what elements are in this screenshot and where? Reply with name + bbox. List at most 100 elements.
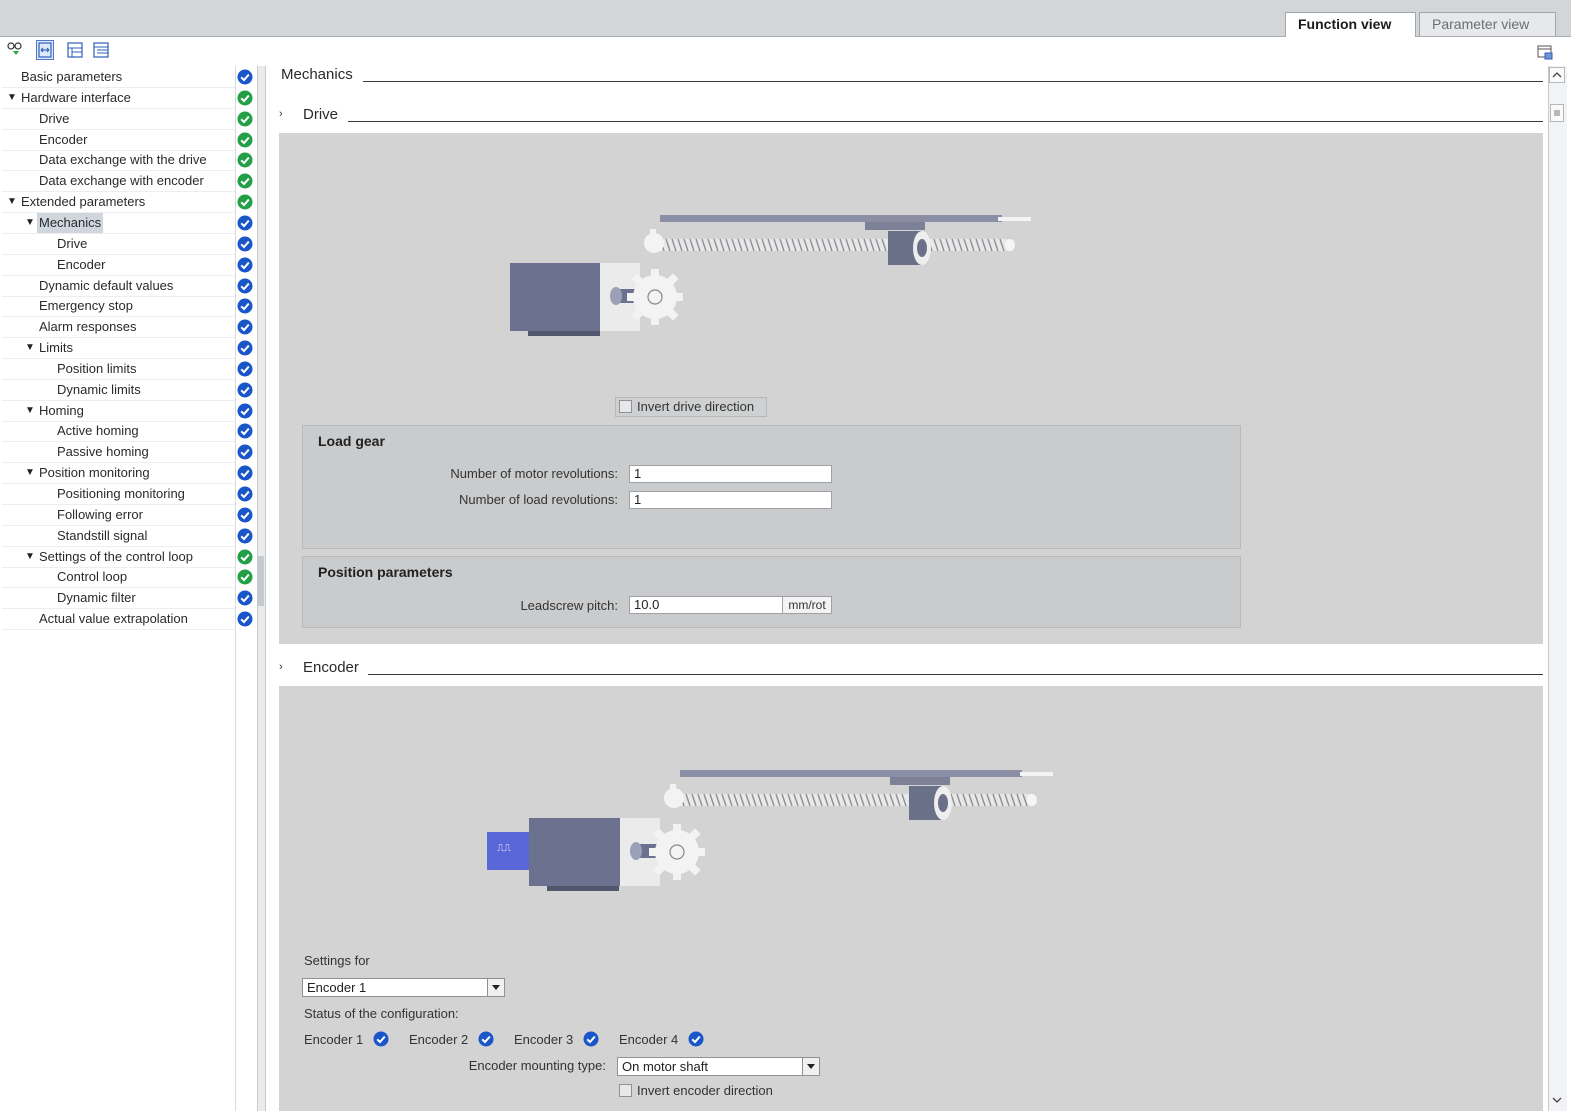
scroll-up-button[interactable] — [1549, 67, 1565, 83]
status-check-icon — [237, 69, 253, 85]
settings-for-value: Encoder 1 — [307, 980, 367, 995]
tree-item-label: Data exchange with the drive — [39, 152, 207, 168]
invert-encoder-checkbox[interactable] — [619, 1084, 632, 1097]
status-check-icon — [237, 423, 253, 439]
drive-divider — [348, 121, 1543, 122]
mechanics-title: Mechanics — [281, 66, 353, 83]
caret-down-icon[interactable]: ▼ — [25, 463, 35, 483]
tree-item[interactable]: Emergency stop — [2, 296, 235, 318]
tree-item-label: Encoder — [39, 131, 88, 147]
caret-down-icon[interactable]: ▼ — [7, 88, 17, 108]
leadscrew-pitch-value: 10.0 — [634, 597, 660, 612]
tree-item[interactable]: Data exchange with the drive — [2, 150, 235, 172]
tree-item[interactable]: ▼ Hardware interface — [2, 88, 235, 109]
drive-expander-icon[interactable]: › — [279, 108, 283, 120]
tree-item[interactable]: Following error — [2, 505, 235, 526]
scroll-down-button[interactable] — [1549, 1092, 1565, 1108]
position-parameters-group: Position parameters — [302, 556, 1241, 628]
tree-item[interactable]: Data exchange with encoder — [2, 171, 235, 193]
tree-item[interactable]: ▼ Mechanics — [2, 212, 235, 234]
caret-down-icon[interactable]: ▼ — [25, 547, 35, 567]
encoder-pulse-icon: ⎍⎍ — [497, 843, 511, 854]
tree-item[interactable]: Basic parameters — [2, 67, 235, 88]
invert-drive-checkbox[interactable] — [619, 400, 632, 413]
encoder-mounting-label: Encoder mounting type: — [468, 1058, 606, 1073]
load-revolutions-input[interactable]: 1 — [629, 491, 832, 509]
status-check-icon — [373, 1031, 389, 1047]
caret-down-icon[interactable]: ▼ — [7, 192, 17, 212]
mechanics-divider — [363, 81, 1543, 82]
tree-item[interactable]: Drive — [2, 109, 235, 130]
tree-item-label: Alarm responses — [39, 319, 137, 335]
panel-layout-icon[interactable] — [1537, 44, 1553, 60]
status-check-icon — [237, 257, 253, 273]
chevron-down-icon[interactable] — [802, 1058, 819, 1075]
tree-item-label: Dynamic filter — [57, 590, 136, 606]
vertical-scrollbar[interactable] — [1548, 66, 1567, 1111]
status-check-icon — [688, 1031, 704, 1047]
tree-item-label: Data exchange with encoder — [39, 173, 204, 189]
tree-item[interactable]: Dynamic default values — [2, 276, 235, 297]
tree-item-label: Drive — [39, 110, 70, 126]
splitter-handle[interactable] — [258, 556, 264, 606]
status-check-icon — [237, 590, 253, 606]
configuration-status-label: Status of the configuration: — [304, 1006, 459, 1021]
drive-mechanics-illustration — [510, 215, 1031, 336]
tree-item-label: Dynamic default values — [39, 277, 174, 293]
tree-item[interactable]: Alarm responses — [2, 317, 235, 339]
motor-revolutions-input[interactable]: 1 — [629, 465, 832, 483]
status-check-icon — [237, 403, 253, 419]
tree-item[interactable]: ▼ Position monitoring — [2, 463, 235, 485]
tree-item[interactable]: ▼ Homing — [2, 401, 235, 422]
tree-item-label: Following error — [57, 506, 143, 522]
glasses-icon[interactable] — [6, 40, 24, 60]
toggle-view-icon[interactable] — [36, 40, 54, 60]
leadscrew-pitch-input[interactable]: 10.0 mm/rot — [629, 596, 832, 614]
collapse-tree-icon[interactable] — [92, 40, 110, 60]
tree-item[interactable]: ▼ Extended parameters — [2, 192, 235, 214]
expand-tree-icon[interactable] — [66, 40, 84, 60]
tree-item[interactable]: Standstill signal — [2, 526, 235, 547]
encoder-status-label: Encoder 3 — [514, 1032, 574, 1047]
status-check-icon — [237, 340, 253, 356]
tree-item[interactable]: Control loop — [2, 567, 235, 589]
tree-item[interactable]: ▼ Limits — [2, 338, 235, 360]
settings-for-select[interactable]: Encoder 1 — [302, 978, 505, 997]
tree-item[interactable]: Positioning monitoring — [2, 484, 235, 505]
encoder-mounting-select[interactable]: On motor shaft — [617, 1057, 820, 1076]
caret-down-icon[interactable]: ▼ — [25, 401, 35, 421]
invert-encoder-label: Invert encoder direction — [637, 1083, 773, 1098]
status-check-icon — [237, 90, 253, 106]
tree-item[interactable]: Actual value extrapolation — [2, 609, 235, 631]
tree-item[interactable]: Encoder — [2, 255, 235, 276]
encoder-status-label: Encoder 2 — [409, 1032, 469, 1047]
scrollbar-thumb[interactable] — [1550, 104, 1564, 122]
tree-item[interactable]: ▼ Settings of the control loop — [2, 547, 235, 568]
status-check-icon — [237, 319, 253, 335]
status-check-icon — [237, 465, 253, 481]
leadscrew-pitch-unit: mm/rot — [782, 597, 831, 613]
tree-item[interactable]: Dynamic filter — [2, 588, 235, 610]
tree-item-label: Hardware interface — [21, 89, 131, 105]
tab-function-view[interactable]: Function view — [1285, 12, 1416, 37]
status-check-icon — [237, 486, 253, 502]
encoder-status-label: Encoder 1 — [304, 1032, 364, 1047]
caret-down-icon[interactable]: ▼ — [25, 338, 35, 358]
status-check-icon — [237, 236, 253, 252]
chevron-down-icon[interactable] — [487, 979, 504, 996]
tree-item[interactable]: Encoder — [2, 130, 235, 151]
tree-item[interactable]: Passive homing — [2, 442, 235, 464]
status-check-icon — [237, 611, 253, 627]
tree-item[interactable]: Position limits — [2, 359, 235, 380]
status-check-icon — [237, 507, 253, 523]
status-check-icon — [237, 132, 253, 148]
encoder-expander-icon[interactable]: › — [279, 661, 283, 673]
tree-item-label: Limits — [39, 340, 73, 356]
tree-item[interactable]: Dynamic limits — [2, 380, 235, 401]
tree-item-label: Position limits — [57, 360, 137, 376]
caret-down-icon[interactable]: ▼ — [25, 213, 35, 233]
settings-for-label: Settings for — [304, 953, 370, 968]
tree-item[interactable]: Drive — [2, 234, 235, 255]
tab-parameter-view[interactable]: Parameter view — [1419, 12, 1556, 36]
tree-item[interactable]: Active homing — [2, 421, 235, 443]
